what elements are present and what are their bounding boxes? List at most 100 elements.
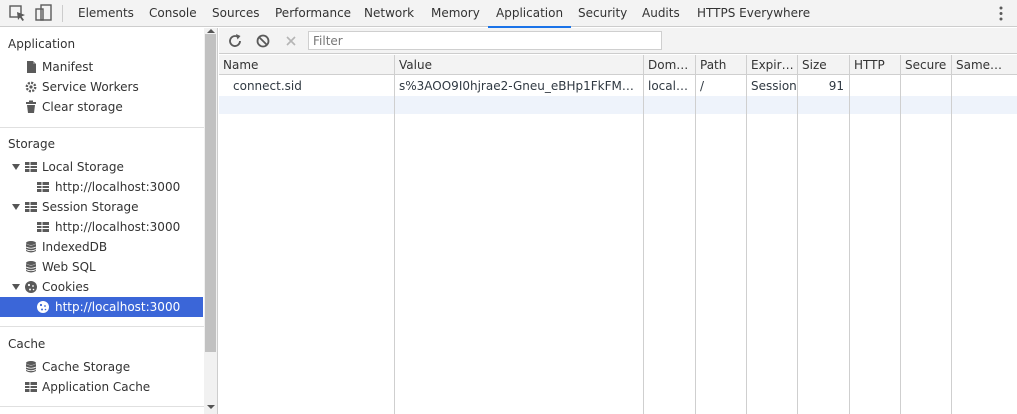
- sidebar-item-label: Web SQL: [42, 260, 96, 274]
- grid-icon: [25, 202, 37, 212]
- block-icon[interactable]: [255, 33, 271, 49]
- sidebar-item-label: Service Workers: [42, 80, 139, 94]
- sidebar-item-service-workers[interactable]: Service Workers: [0, 77, 203, 97]
- scroll-down-icon[interactable]: [207, 405, 215, 409]
- toolbar-separator: [62, 5, 63, 22]
- section-divider: [0, 127, 204, 128]
- column-divider: [746, 55, 747, 414]
- more-options-icon[interactable]: [995, 5, 1007, 22]
- column-divider: [849, 55, 850, 414]
- cell-name: connect.sid: [233, 79, 302, 93]
- column-header-name[interactable]: Name: [223, 55, 391, 75]
- column-divider: [951, 55, 952, 414]
- cell-expires: Session: [751, 79, 797, 93]
- empty-row[interactable]: [219, 96, 1017, 114]
- sidebar-item-cookies-origin[interactable]: http://localhost:3000: [0, 297, 203, 317]
- sidebar-item-label: Session Storage: [42, 200, 139, 214]
- cookie-icon: [37, 301, 49, 313]
- clear-icon[interactable]: [283, 33, 299, 49]
- section-title-cache: Cache: [8, 337, 46, 351]
- trash-icon: [26, 100, 36, 113]
- grid-icon: [37, 222, 49, 232]
- gear-icon: [25, 81, 37, 93]
- tab-audits[interactable]: Audits: [642, 0, 680, 27]
- tab-elements[interactable]: Elements: [78, 0, 134, 27]
- column-divider: [797, 55, 798, 414]
- application-sidebar: Application Manifest Service Workers Cle…: [0, 28, 218, 414]
- cell-secure: [905, 76, 949, 96]
- table-header: Name Value Domain Path Expir… Size HTTP …: [219, 55, 1017, 75]
- expand-triangle-icon[interactable]: [12, 164, 20, 170]
- sidebar-item-label: Application Cache: [42, 380, 151, 394]
- tab-https-everywhere[interactable]: HTTPS Everywhere: [697, 0, 810, 27]
- cell-path: /: [700, 79, 705, 93]
- database-icon: [25, 261, 37, 273]
- section-title-application: Application: [8, 37, 76, 51]
- column-divider: [695, 55, 696, 414]
- cell-samesite: [956, 76, 1012, 96]
- section-title-storage: Storage: [8, 137, 55, 151]
- sidebar-item-websql[interactable]: Web SQL: [0, 257, 203, 277]
- sidebar-item-label: http://localhost:3000: [55, 220, 181, 234]
- scroll-up-icon[interactable]: [207, 29, 215, 33]
- grid-icon: [25, 382, 37, 392]
- column-header-size[interactable]: Size: [802, 55, 848, 75]
- cell-http: [854, 76, 898, 96]
- column-divider: [643, 55, 644, 414]
- tab-network[interactable]: Network: [364, 0, 414, 27]
- sidebar-item-session-storage-origin[interactable]: http://localhost:3000: [0, 217, 203, 237]
- cookies-panel: Name Value Domain Path Expir… Size HTTP …: [219, 28, 1017, 414]
- cell-domain: local…: [648, 79, 688, 93]
- sidebar-item-local-storage-origin[interactable]: http://localhost:3000: [0, 177, 203, 197]
- sidebar-item-clear-storage[interactable]: Clear storage: [0, 97, 203, 117]
- section-divider: [0, 406, 204, 407]
- grid-icon: [37, 182, 49, 192]
- filter-input[interactable]: [308, 31, 662, 50]
- grid-icon: [25, 162, 37, 172]
- sidebar-item-label: Manifest: [42, 60, 94, 74]
- database-icon: [25, 241, 37, 253]
- column-header-samesite[interactable]: Same…: [956, 55, 1012, 75]
- column-header-path[interactable]: Path: [700, 55, 744, 75]
- tab-console[interactable]: Console: [149, 0, 197, 27]
- sidebar-item-label: Cookies: [42, 280, 89, 294]
- column-header-domain[interactable]: Domain: [648, 55, 694, 75]
- cookies-toolbar: [219, 28, 1017, 54]
- sidebar-item-cache-storage[interactable]: Cache Storage: [0, 357, 203, 377]
- device-toggle-icon[interactable]: [34, 4, 54, 22]
- section-divider: [0, 326, 204, 327]
- expand-triangle-icon[interactable]: [12, 204, 20, 210]
- column-header-value[interactable]: Value: [399, 55, 639, 75]
- table-row[interactable]: connect.sid s%3AOO9I0hjrae2-Gneu_eBHp1Fk…: [219, 76, 1017, 96]
- sidebar-item-label: http://localhost:3000: [55, 300, 181, 314]
- sidebar-item-cookies[interactable]: Cookies: [0, 277, 203, 297]
- column-header-http[interactable]: HTTP: [854, 55, 898, 75]
- scrollbar-thumb[interactable]: [205, 34, 216, 352]
- sidebar-item-label: http://localhost:3000: [55, 180, 181, 194]
- column-header-secure[interactable]: Secure: [905, 55, 949, 75]
- sidebar-item-application-cache[interactable]: Application Cache: [0, 377, 203, 397]
- tab-security[interactable]: Security: [578, 0, 627, 27]
- sidebar-item-label: Clear storage: [42, 100, 123, 114]
- sidebar-item-manifest[interactable]: Manifest: [0, 57, 203, 77]
- cell-size: 91: [828, 79, 844, 93]
- cookie-icon: [25, 281, 37, 293]
- tab-performance[interactable]: Performance: [275, 0, 351, 27]
- sidebar-scrollbar[interactable]: [204, 28, 217, 414]
- sidebar-item-label: Cache Storage: [42, 360, 131, 374]
- column-divider: [900, 55, 901, 414]
- database-icon: [25, 361, 37, 373]
- sidebar-item-indexeddb[interactable]: IndexedDB: [0, 237, 203, 257]
- expand-triangle-icon[interactable]: [12, 284, 20, 290]
- devtools-tabbar: Elements Console Sources Performance Net…: [0, 0, 1017, 28]
- cell-value: s%3AOO9I0hjrae2-Gneu_eBHp1FkFMaNi…: [399, 79, 639, 93]
- inspect-icon[interactable]: [8, 4, 28, 22]
- sidebar-item-session-storage[interactable]: Session Storage: [0, 197, 203, 217]
- tab-sources[interactable]: Sources: [212, 0, 259, 27]
- refresh-icon[interactable]: [227, 33, 243, 49]
- tab-memory[interactable]: Memory: [431, 0, 480, 27]
- cookies-table: Name Value Domain Path Expir… Size HTTP …: [219, 55, 1017, 414]
- tab-application[interactable]: Application: [487, 0, 572, 28]
- column-header-expires[interactable]: Expir…: [751, 55, 797, 75]
- sidebar-item-local-storage[interactable]: Local Storage: [0, 157, 203, 177]
